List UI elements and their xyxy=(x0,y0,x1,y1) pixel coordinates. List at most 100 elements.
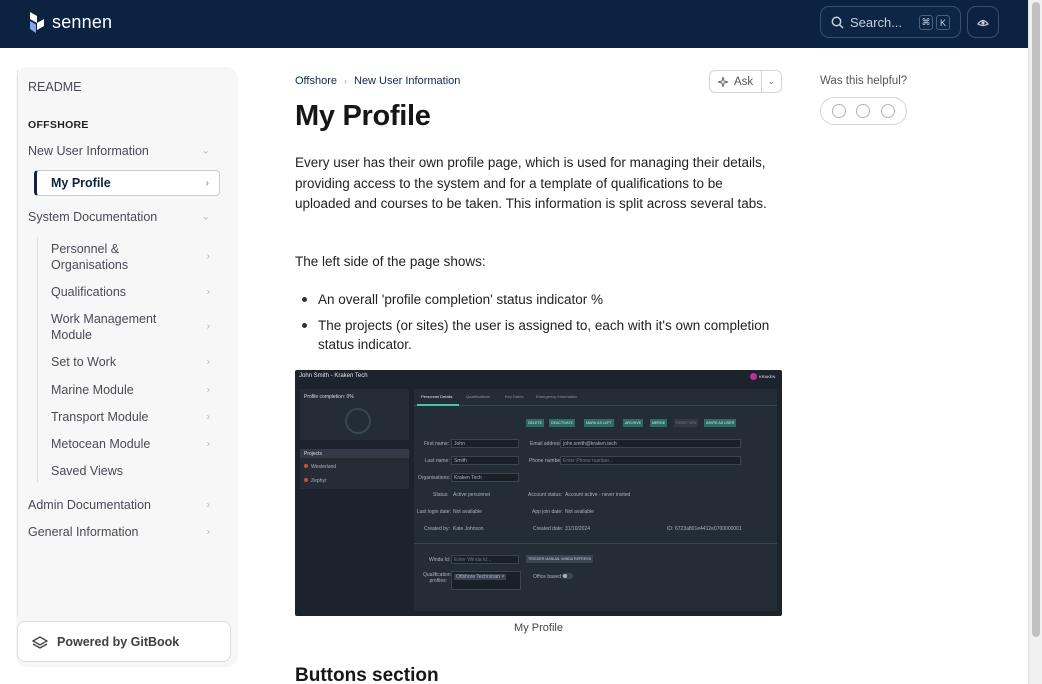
screenshot-merge-button: MERGE xyxy=(650,419,668,427)
theme-toggle-button[interactable] xyxy=(967,6,999,38)
gitbook-icon xyxy=(32,635,48,649)
chevron-right-icon: › xyxy=(206,411,210,423)
brand-name: sennen xyxy=(52,11,113,32)
sidebar-item-label: Work Management Module xyxy=(51,312,157,342)
sidebar-item-system-documentation[interactable]: System Documentation ⌄ xyxy=(28,209,210,225)
happy-face-icon[interactable] xyxy=(832,104,847,118)
screenshot-profile-completion: Profile completion: 0% xyxy=(304,394,354,400)
screenshot-label: Organisations: xyxy=(418,475,451,481)
screenshot-field: Enter Winda Id... xyxy=(451,555,519,564)
top-navbar: sennen Search... ⌘ K xyxy=(0,0,1028,48)
screenshot-invite-button: INVITE AS USER xyxy=(704,419,737,427)
ask-ai-button[interactable]: Ask xyxy=(710,71,762,92)
screenshot-window-title: John Smith - Kraken Tech xyxy=(299,373,368,379)
chevron-right-icon: › xyxy=(206,251,210,262)
sidebar-item-my-profile[interactable]: My Profile › xyxy=(34,170,220,196)
screenshot-label: ID: xyxy=(667,526,674,532)
screenshot-details-panel: Personnel Details Qualifications Key Dat… xyxy=(414,389,777,611)
ask-dropdown-button[interactable]: ⌄ xyxy=(762,76,781,87)
feedback-rating xyxy=(820,97,907,125)
sidebar-item-transport-module[interactable]: Transport Module › xyxy=(51,409,210,425)
chevron-right-icon: › xyxy=(206,321,210,332)
submenu-guide-line xyxy=(37,237,38,482)
screenshot-value: Not available xyxy=(565,509,594,515)
screenshot-profile-panel: Profile completion: 0% xyxy=(300,389,409,440)
sidebar-item-personnel-organisations[interactable]: Personnel & Organisations › xyxy=(51,241,210,273)
sidebar-item-qualifications[interactable]: Qualifications › xyxy=(51,284,210,300)
screenshot-field: John xyxy=(451,439,519,448)
theme-toggle-icon xyxy=(977,19,989,27)
sidebar-item-marine-module[interactable]: Marine Module › xyxy=(51,382,210,398)
chevron-right-icon: › xyxy=(344,76,347,86)
screenshot-archive-button: ARCHIVE xyxy=(623,419,643,427)
k-key-hint: K xyxy=(936,15,950,30)
scrollbar-thumb[interactable] xyxy=(1032,2,1040,637)
list-item: An overall 'profile completion' status i… xyxy=(300,290,780,309)
sidebar-item-label: System Documentation xyxy=(28,210,158,224)
sidebar-item-admin-documentation[interactable]: Admin Documentation › xyxy=(28,497,210,513)
sidebar-item-set-to-work[interactable]: Set to Work › xyxy=(51,354,210,370)
screenshot-projects-panel: Projects Westerland Zephyr xyxy=(300,449,409,489)
screenshot-field: Smith xyxy=(451,456,519,465)
sidebar-item-label: Personnel & Organisations xyxy=(51,242,129,272)
chevron-down-icon: ⌄ xyxy=(767,76,776,86)
sidebar-divider xyxy=(17,70,18,616)
sidebar-item-label: Saved Views xyxy=(51,464,124,478)
search-label: Search... xyxy=(850,14,903,30)
screenshot-label: Phone number: xyxy=(529,458,564,464)
sennen-logo-icon xyxy=(30,12,44,33)
screenshot-label: Account status: xyxy=(528,492,563,498)
screenshot-projects-header: Projects xyxy=(304,451,323,457)
sidebar-item-label: General Information xyxy=(28,525,139,539)
sidebar-item-readme[interactable]: README xyxy=(28,80,81,94)
screenshot-label: Qualification profiles: xyxy=(423,572,451,584)
page-scrollbar[interactable] xyxy=(1028,0,1042,684)
sidebar-item-label: Qualifications xyxy=(51,285,127,299)
sidebar-item-work-management-module[interactable]: Work Management Module › xyxy=(51,311,210,343)
breadcrumb-current-link[interactable]: New User Information xyxy=(354,75,460,87)
sidebar-item-saved-views[interactable]: Saved Views xyxy=(51,463,210,479)
intro-paragraph: Every user has their own profile page, w… xyxy=(295,155,767,212)
screenshot-tab: Emergency Information xyxy=(536,394,578,399)
brand-logo[interactable]: sennen xyxy=(26,9,112,35)
bullet-list: An overall 'profile completion' status i… xyxy=(300,290,780,361)
chevron-right-icon: › xyxy=(206,438,210,450)
chevron-right-icon: › xyxy=(206,526,210,538)
neutral-face-icon[interactable] xyxy=(856,104,871,118)
chevron-right-icon: › xyxy=(206,499,210,511)
screenshot-field: Enter Phone number... xyxy=(560,456,741,465)
cmd-key-hint: ⌘ xyxy=(919,15,933,30)
screenshot-progress-ring xyxy=(345,408,371,434)
sidebar-item-general-information[interactable]: General Information › xyxy=(28,524,210,540)
screenshot-project-item: Zephyr xyxy=(304,478,327,484)
chevron-right-icon: › xyxy=(206,356,210,368)
kraken-logo-icon xyxy=(750,373,757,380)
screenshot-tab: Qualifications xyxy=(466,394,491,399)
page-title: My Profile xyxy=(295,100,431,132)
screenshot-field: john.smith@kraken.tech xyxy=(560,439,741,448)
sidebar-item-label: New User Information xyxy=(28,144,149,158)
screenshot-mark-left-button: MARK AS LEFT xyxy=(584,419,614,427)
screenshot-toggle xyxy=(562,573,573,579)
sidebar-item-label: Set to Work xyxy=(51,355,117,369)
sidebar-item-new-user-information[interactable]: New User Information ⌄ xyxy=(28,143,210,159)
screenshot-label: Created by: xyxy=(424,526,450,532)
chevron-down-icon: ⌄ xyxy=(201,211,210,223)
sidebar-item-label: Transport Module xyxy=(51,410,149,424)
screenshot-label: Winda Id: xyxy=(429,557,451,563)
sad-face-icon[interactable] xyxy=(880,104,895,118)
section-heading-buttons: Buttons section xyxy=(295,665,439,684)
ask-label: Ask xyxy=(734,75,754,88)
screenshot-label: Created date: xyxy=(533,526,564,532)
feedback-question: Was this helpful? xyxy=(820,75,908,87)
sidebar-item-metocean-module[interactable]: Metocean Module › xyxy=(51,436,210,452)
screenshot-reset-mfa-button: RESET MFA xyxy=(674,419,699,427)
screenshot-value: Account active - never invited xyxy=(565,492,631,498)
powered-by-gitbook-link[interactable]: Powered by GitBook xyxy=(17,621,231,662)
screenshot-tab: Personnel Details xyxy=(421,394,453,399)
search-button[interactable]: Search... ⌘ K xyxy=(820,6,961,38)
sidebar-item-label: My Profile xyxy=(51,176,111,190)
screenshot-label: Last login date: xyxy=(417,509,451,515)
breadcrumb-root-link[interactable]: Offshore xyxy=(295,75,337,87)
screenshot-brand: KRAKEN xyxy=(750,373,775,380)
